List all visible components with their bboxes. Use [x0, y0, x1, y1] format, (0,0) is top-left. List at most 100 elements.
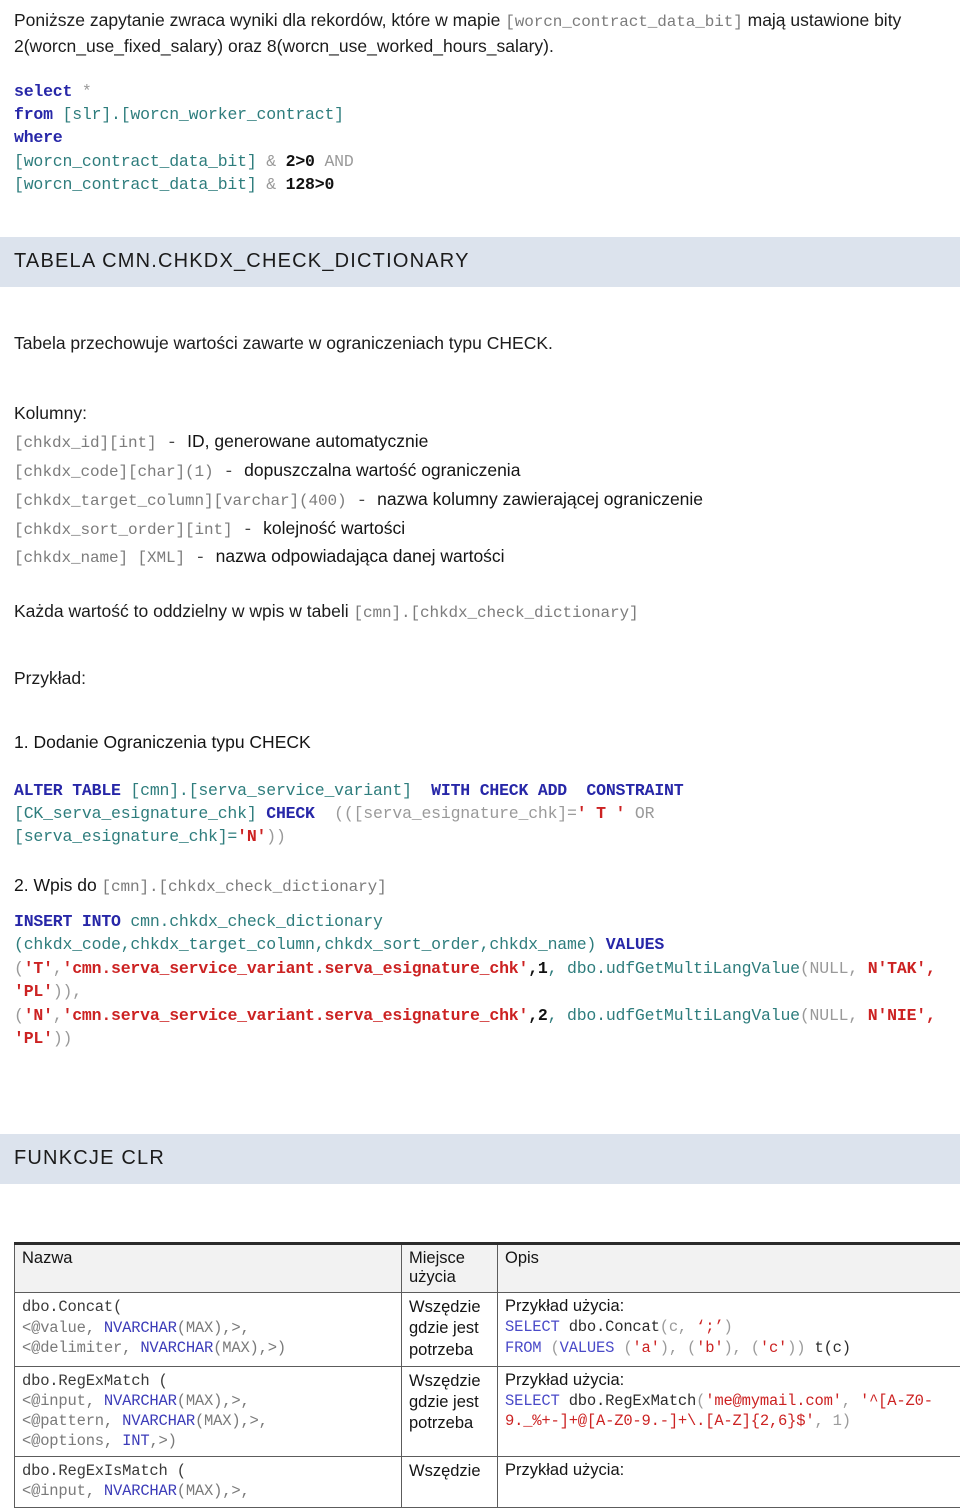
- param-suffix: (MAX),>,: [177, 1319, 250, 1337]
- row1-close: )),: [53, 982, 82, 1001]
- param-type: NVARCHAR: [104, 1319, 177, 1337]
- column-definition-row: [chkdx_code][char](1) - dopuszczalna war…: [14, 457, 946, 486]
- param-suffix: (MAX),>,: [177, 1482, 250, 1500]
- column-dash: -: [347, 492, 378, 511]
- example-code: SELECT dbo.Concat(c, ‘;’) FROM (VALUES (…: [505, 1317, 960, 1357]
- column-desc: nazwa odpowiadająca danej wartości: [216, 546, 505, 566]
- kw-with-check-add-constraint: WITH CHECK ADD CONSTRAINT: [412, 781, 684, 800]
- col-header-nazwa: Nazwa: [15, 1244, 402, 1293]
- usage-place-text: Wszędzie gdzie jest potrzeba: [409, 1371, 491, 1434]
- code-token: ‘;’: [696, 1318, 723, 1336]
- row1-target-column: 'cmn.serva_service_variant.serva_esignat…: [63, 959, 529, 978]
- example-usage-label: Przykład użycia:: [505, 1297, 960, 1316]
- cell-description: Przykład użycia:: [498, 1457, 960, 1507]
- spacer: [14, 753, 946, 779]
- row2-function: , dbo.udfGetMultiLangValue: [548, 1006, 800, 1025]
- ident-insert-target: cmn.chkdx_check_dictionary: [130, 912, 382, 931]
- cell-usage-place: Wszędzie gdzie jest potrzeba: [402, 1366, 498, 1457]
- param-suffix: (MAX),>): [213, 1339, 286, 1357]
- columns-label: Kolumny:: [14, 400, 946, 426]
- column-dash: -: [214, 463, 245, 482]
- code-token: 'a': [632, 1339, 659, 1357]
- kw-or: OR: [625, 804, 654, 823]
- example-usage-label: Przykład użycia:: [505, 1461, 960, 1480]
- code-token: 'b': [696, 1339, 723, 1357]
- param-prefix: <@input,: [22, 1482, 104, 1500]
- spacer: [14, 692, 946, 732]
- column-definition-row: [chkdx_sort_order][int] - kolejność wart…: [14, 515, 946, 544]
- column-def: [chkdx_code][char](1): [14, 463, 214, 481]
- usage-place-text: Wszędzie: [409, 1461, 491, 1482]
- banner-title-funkcje-clr: FUNKCJE CLR: [14, 1147, 946, 1170]
- column-def: [chkdx_target_column][varchar](400): [14, 492, 347, 510]
- table-row: dbo.RegExMatch ( <@input, NVARCHAR(MAX),…: [15, 1366, 960, 1457]
- column-def: [chkdx_id][int]: [14, 434, 157, 452]
- column-definition-row: [chkdx_name] [XML] - nazwa odpowiadająca…: [14, 543, 946, 572]
- kw-alter-table: ALTER TABLE: [14, 781, 130, 800]
- kw-values: VALUES: [596, 935, 664, 954]
- function-name: dbo.RegExMatch (: [22, 1372, 168, 1390]
- kw-select: select: [14, 82, 72, 101]
- code-token: t(c): [814, 1339, 850, 1357]
- code-token: (: [541, 1339, 559, 1357]
- ident-alter-target: [cmn].[serva_service_variant]: [130, 781, 411, 800]
- code-token: ,: [842, 1392, 860, 1410]
- col-header-miejsce-uzycia: Miejsce użycia: [402, 1244, 498, 1293]
- param-suffix: (MAX),>,: [177, 1392, 250, 1410]
- column-dash: -: [233, 521, 264, 540]
- example-label: Przykład:: [14, 665, 946, 691]
- param-type: NVARCHAR: [104, 1392, 177, 1410]
- step-2-text: 2. Wpis do: [14, 875, 102, 895]
- cell-description: Przykład użycia: SELECT dbo.Concat(c, ‘;…: [498, 1293, 960, 1366]
- spacer: [14, 287, 946, 313]
- column-def: [chkdx_sort_order][int]: [14, 521, 233, 539]
- row1-function: , dbo.udfGetMultiLangValue: [548, 959, 800, 978]
- function-signature: dbo.RegExMatch ( <@input, NVARCHAR(MAX),…: [22, 1371, 395, 1452]
- param-prefix: <@options,: [22, 1432, 122, 1450]
- row2-code-value: 'N': [24, 1006, 53, 1025]
- sql-alter-table: ALTER TABLE [cmn].[serva_service_variant…: [14, 779, 946, 849]
- code-token: 'c': [760, 1339, 787, 1357]
- ident-bitcol-1: [worcn_contract_data_bit]: [14, 152, 257, 171]
- spacer: [14, 896, 946, 910]
- spacer: [14, 1184, 946, 1242]
- code-token: (c,: [660, 1318, 696, 1336]
- step-1-label: 1. Dodanie Ograniczenia typu CHECK: [14, 732, 946, 753]
- function-signature: dbo.RegExIsMatch ( <@input, NVARCHAR(MAX…: [22, 1461, 395, 1501]
- ident-from-table: [slr].[worcn_worker_contract]: [63, 105, 344, 124]
- table-body: dbo.Concat( <@value, NVARCHAR(MAX),>, <@…: [15, 1293, 960, 1507]
- str-value-t: ' T ': [577, 804, 626, 823]
- code-token: VALUES: [560, 1339, 615, 1357]
- example-code: SELECT dbo.RegExMatch('me@mymail.com', '…: [505, 1391, 960, 1431]
- code-token: dbo.RegExMatch: [560, 1392, 697, 1410]
- table-head: Nazwa Miejsce użycia Opis: [15, 1244, 960, 1293]
- cell-function-name: dbo.RegExIsMatch ( <@input, NVARCHAR(MAX…: [15, 1457, 402, 1507]
- spacer: [14, 1050, 946, 1108]
- check-expr-close: )): [266, 827, 285, 846]
- check-expr-open: (([serva_esignature_chk]=: [315, 804, 577, 823]
- example-usage-label: Przykład użycia:: [505, 1371, 960, 1390]
- section-banner-funkcje-clr: FUNKCJE CLR: [0, 1134, 960, 1184]
- table-description: Tabela przechowuje wartości zawarte w og…: [14, 330, 946, 356]
- num-cond-1: 2>0: [286, 152, 315, 171]
- sql-insert-into: INSERT INTO cmn.chkdx_check_dictionary (…: [14, 910, 946, 1051]
- intro-inline-code: [worcn_contract_data_bit]: [505, 13, 743, 31]
- function-signature: dbo.Concat( <@value, NVARCHAR(MAX),>, <@…: [22, 1297, 395, 1357]
- code-token: 'me@mymail.com': [705, 1392, 842, 1410]
- intro-text-before: Poniższe zapytanie zwraca wyniki dla rek…: [14, 10, 505, 30]
- param-type: INT: [122, 1432, 149, 1450]
- op-star: *: [72, 82, 91, 101]
- code-token: ), (: [660, 1339, 696, 1357]
- table-header-row: Nazwa Miejsce użycia Opis: [15, 1244, 960, 1293]
- op-and-2: &: [257, 175, 286, 194]
- param-prefix: <@value,: [22, 1319, 104, 1337]
- row2-paren-open: (: [14, 1006, 24, 1025]
- cell-usage-place: Wszędzie gdzie jest potrzeba: [402, 1293, 498, 1366]
- num-cond-2: 128>0: [286, 175, 335, 194]
- note-inline-code: [cmn].[chkdx_check_dictionary]: [353, 604, 638, 622]
- spacer: [14, 374, 946, 400]
- column-dash: -: [185, 549, 216, 568]
- row1-code-value: 'T': [24, 959, 53, 978]
- row1-sort-order: ,1: [528, 959, 547, 978]
- column-dash: -: [157, 434, 188, 453]
